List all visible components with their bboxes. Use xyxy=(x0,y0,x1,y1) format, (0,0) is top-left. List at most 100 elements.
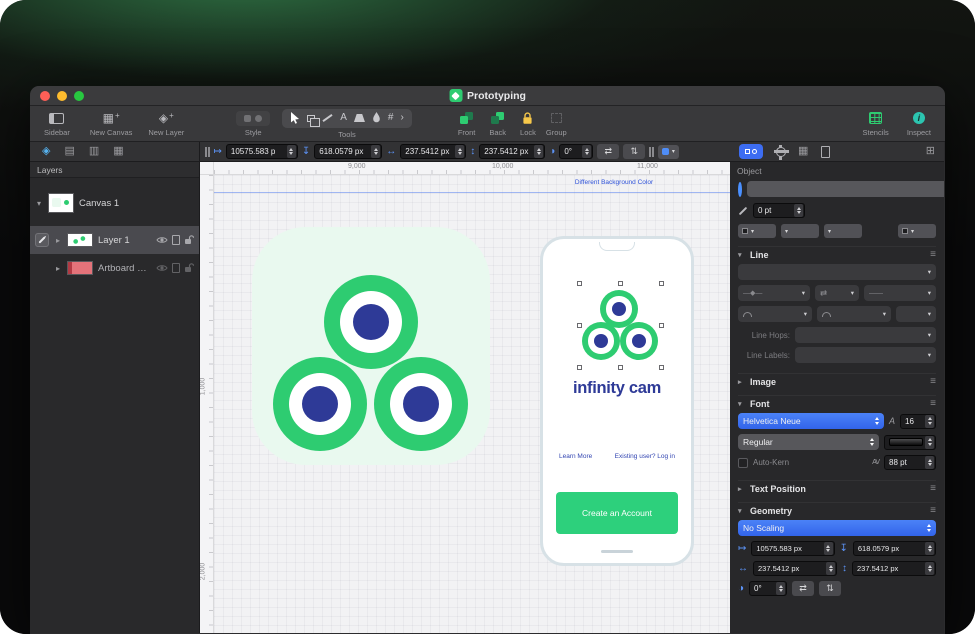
document-inspector-tab[interactable] xyxy=(821,146,830,158)
stepper[interactable] xyxy=(925,562,934,575)
grid-inspector-icon[interactable]: ⊞ xyxy=(926,146,935,157)
style-control[interactable]: Style xyxy=(236,111,270,137)
stepper[interactable] xyxy=(826,562,835,575)
x-position-field[interactable]: 10575.583 p xyxy=(226,144,298,159)
selection-handle[interactable] xyxy=(577,365,582,370)
selection-handle[interactable] xyxy=(659,365,664,370)
height-field[interactable]: 237.5412 px xyxy=(479,144,545,159)
effect-option-dropdown[interactable]: ▾ xyxy=(898,224,936,238)
section-menu-icon[interactable]: ≡ xyxy=(930,505,936,516)
object-inspector-tab[interactable] xyxy=(739,144,763,159)
height-field[interactable]: 237.5412 px xyxy=(852,561,936,576)
stroke-option-dropdown[interactable]: ▾ xyxy=(824,224,862,238)
scaling-dropdown[interactable]: No Scaling xyxy=(738,520,936,536)
unlock-icon[interactable] xyxy=(184,235,194,246)
line-labels-dropdown[interactable]: ▾ xyxy=(795,347,936,363)
flip-horizontal-button[interactable]: ⇄ xyxy=(597,144,619,159)
selection-handle[interactable] xyxy=(659,323,664,328)
fill-style-dropdown[interactable]: ▾ xyxy=(658,145,679,159)
text-tool-icon[interactable]: A xyxy=(340,113,347,123)
visibility-eye-icon[interactable] xyxy=(156,264,168,272)
logo-circle[interactable] xyxy=(374,357,468,451)
stepper[interactable] xyxy=(371,145,380,158)
rotation-field[interactable]: 0° xyxy=(749,581,787,596)
line-join-dropdown[interactable]: ▾ xyxy=(896,306,936,322)
columns-icon[interactable] xyxy=(205,147,210,157)
stepper[interactable] xyxy=(824,542,833,555)
unlock-icon[interactable] xyxy=(184,263,194,274)
image-section-header[interactable]: ▸ Image ≡ xyxy=(738,373,936,389)
stepper[interactable] xyxy=(776,582,785,595)
layers-tab-icon[interactable]: ◈ xyxy=(42,146,50,157)
disclosure-closed-icon[interactable]: ▸ xyxy=(54,264,62,273)
font-color-field[interactable] xyxy=(884,435,936,450)
stepper[interactable] xyxy=(925,415,934,428)
shadow-style-dropdown[interactable]: ▾ xyxy=(738,224,776,238)
stepper[interactable] xyxy=(794,204,803,217)
stepper[interactable] xyxy=(455,145,464,158)
flip-vertical-button[interactable]: ⇅ xyxy=(819,581,841,596)
shape-type-dropdown[interactable]: Bezier xyxy=(747,181,944,197)
width-field[interactable]: 237.5412 px xyxy=(400,144,466,159)
font-size-field[interactable]: 16 xyxy=(900,414,936,429)
disclosure-open-icon[interactable]: ▾ xyxy=(35,199,43,208)
print-icon[interactable] xyxy=(172,235,180,245)
more-tools-icon[interactable]: › xyxy=(400,113,403,123)
line-reverse-dropdown[interactable]: ⇄▾ xyxy=(815,285,859,301)
line-type-dropdown[interactable]: ▾ xyxy=(738,264,936,280)
minimize-button[interactable] xyxy=(57,91,67,101)
close-button[interactable] xyxy=(40,91,50,101)
section-menu-icon[interactable]: ≡ xyxy=(930,483,936,494)
shape-tool-icon[interactable] xyxy=(354,114,365,122)
rotation-field[interactable]: 0° xyxy=(559,144,593,159)
print-icon[interactable] xyxy=(172,263,180,273)
stepper[interactable] xyxy=(534,145,543,158)
selection-handle[interactable] xyxy=(577,323,582,328)
canvases-tab-icon[interactable]: ▤ xyxy=(64,146,74,157)
contents-tab-icon[interactable]: ▦ xyxy=(113,146,123,157)
font-section-header[interactable]: ▾ Font ≡ xyxy=(738,395,936,411)
line-section-header[interactable]: ▾ Line ≡ xyxy=(738,246,936,262)
fill-option-dropdown[interactable]: ▾ xyxy=(781,224,819,238)
font-color-swatch[interactable] xyxy=(889,438,923,446)
app-name-text[interactable]: infinity cam xyxy=(543,379,691,398)
section-menu-icon[interactable]: ≡ xyxy=(930,249,936,260)
line-corner-dropdown[interactable]: ▾ xyxy=(817,306,891,322)
font-family-dropdown[interactable]: Helvetica Neue xyxy=(738,413,884,429)
selection-handle[interactable] xyxy=(577,281,582,286)
phone-mockup[interactable]: infinity cam Learn More Existing user? L… xyxy=(540,236,694,566)
line-tool-icon[interactable] xyxy=(323,114,333,122)
y-position-field[interactable]: 618.0579 px xyxy=(853,541,936,556)
horizontal-ruler[interactable]: 9,000 10,000 11,000 xyxy=(214,162,730,175)
settings-inspector-tab[interactable] xyxy=(776,147,785,156)
app-icon-artwork[interactable] xyxy=(252,227,490,465)
flip-vertical-button[interactable]: ⇅ xyxy=(623,144,645,159)
x-position-field[interactable]: 10575.583 px xyxy=(751,541,834,556)
back-button[interactable]: Back xyxy=(489,111,506,137)
login-link[interactable]: Existing user? Log in xyxy=(615,453,675,460)
section-menu-icon[interactable]: ≡ xyxy=(930,376,936,387)
create-account-button[interactable]: Create an Account xyxy=(556,492,678,534)
layer-row-artboard[interactable]: ▸ Artboard Lay... xyxy=(30,254,199,282)
logo-circle[interactable] xyxy=(273,357,367,451)
group-button[interactable]: Group xyxy=(546,111,567,137)
stepper[interactable] xyxy=(925,436,934,449)
inspect-button[interactable]: i Inspect xyxy=(907,111,931,137)
sidebar-toggle-button[interactable]: Sidebar xyxy=(44,111,70,137)
canvas-annotation[interactable]: Different Background Color xyxy=(544,179,684,186)
design-canvas[interactable]: Different Background Color xyxy=(214,175,730,633)
layer-row-layer1[interactable]: ▸ Layer 1 xyxy=(30,226,199,254)
zoom-button[interactable] xyxy=(74,91,84,101)
shape-copy-tool-icon[interactable] xyxy=(307,115,315,122)
kern-field[interactable]: 88 pt xyxy=(884,455,936,470)
selection-handle[interactable] xyxy=(618,281,623,286)
lock-button[interactable]: Lock xyxy=(520,111,536,137)
flip-horizontal-button[interactable]: ⇄ xyxy=(792,581,814,596)
visibility-eye-icon[interactable] xyxy=(156,236,168,244)
pen-tool-icon[interactable] xyxy=(372,112,381,124)
layer-row-canvas[interactable]: ▾ Canvas 1 xyxy=(30,186,199,220)
logo-circle-small[interactable] xyxy=(620,322,658,360)
text-position-section-header[interactable]: ▸ Text Position ≡ xyxy=(738,480,936,496)
stepper[interactable] xyxy=(925,456,934,469)
learn-more-link[interactable]: Learn More xyxy=(559,453,592,460)
